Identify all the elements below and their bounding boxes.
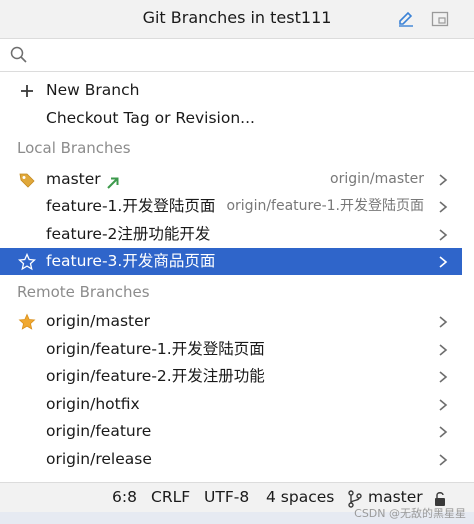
chevron-right-icon	[439, 229, 448, 241]
checkout-tag-action[interactable]: Checkout Tag or Revision...	[0, 105, 462, 132]
caret-position[interactable]: 6:8	[112, 488, 137, 506]
chevron-right-icon	[439, 426, 448, 438]
branch-label: master	[46, 170, 101, 188]
indent-setting[interactable]: 4 spaces	[266, 488, 334, 506]
current-branch[interactable]: master	[368, 488, 423, 506]
remote-branch-origin-master[interactable]: origin/master	[0, 308, 462, 335]
file-encoding[interactable]: UTF-8	[204, 488, 249, 506]
branch-label: feature-3.开发商品页面	[46, 252, 216, 270]
checkout-tag-label: Checkout Tag or Revision...	[46, 109, 255, 127]
chevron-right-icon	[439, 399, 448, 411]
plus-icon	[18, 82, 36, 100]
branch-item-feature-3[interactable]: feature-3.开发商品页面	[0, 248, 462, 275]
branch-label: origin/hotfix	[46, 395, 140, 413]
branch-label: origin/master	[46, 312, 151, 330]
search-icon	[10, 46, 27, 63]
git-branches-popup: Git Branches in test111 New Branch Check…	[0, 0, 474, 524]
search-bar	[0, 39, 474, 72]
remote-branch-release[interactable]: origin/release	[0, 446, 462, 473]
popup-header: Git Branches in test111	[0, 0, 474, 39]
chevron-right-icon	[439, 316, 448, 328]
branch-item-master[interactable]: master origin/master	[0, 166, 462, 193]
tag-icon	[18, 171, 36, 189]
star-filled-icon	[18, 313, 36, 331]
new-branch-action[interactable]: New Branch	[0, 77, 462, 104]
branch-label: origin/feature	[46, 422, 152, 440]
remote-branches-header: Remote Branches	[17, 283, 150, 301]
search-input[interactable]	[34, 43, 458, 69]
branch-label: origin/release	[46, 450, 152, 468]
window-icon[interactable]	[430, 9, 450, 29]
remote-branch-hotfix[interactable]: origin/hotfix	[0, 391, 462, 418]
chevron-right-icon	[439, 344, 448, 356]
local-branches-header: Local Branches	[17, 139, 131, 157]
branch-label: feature-2注册功能开发	[46, 225, 211, 243]
tracked-remote: origin/master	[330, 171, 424, 187]
chevron-right-icon	[439, 174, 448, 186]
chevron-right-icon	[439, 371, 448, 383]
edit-icon[interactable]	[396, 9, 416, 29]
watermark: CSDN @无敌的黑星星	[354, 507, 466, 520]
remote-branch-feature-1[interactable]: origin/feature-1.开发登陆页面	[0, 336, 462, 363]
branch-label: origin/feature-1.开发登陆页面	[46, 340, 265, 358]
branch-label: origin/feature-2.开发注册功能	[46, 367, 265, 385]
star-outline-icon	[17, 252, 37, 271]
chevron-right-icon	[439, 256, 448, 268]
tracked-remote: origin/feature-1.开发登陆页面	[226, 198, 424, 214]
branch-item-feature-1[interactable]: feature-1.开发登陆页面 origin/feature-1.开发登陆页面	[0, 193, 462, 220]
chevron-right-icon	[439, 201, 448, 213]
line-separator[interactable]: CRLF	[151, 488, 190, 506]
new-branch-label: New Branch	[46, 81, 140, 99]
branch-item-feature-2[interactable]: feature-2注册功能开发	[0, 221, 462, 248]
branch-label: feature-1.开发登陆页面	[46, 197, 216, 215]
remote-branch-feature-2[interactable]: origin/feature-2.开发注册功能	[0, 363, 462, 390]
chevron-right-icon	[439, 454, 448, 466]
remote-branch-feature[interactable]: origin/feature	[0, 418, 462, 445]
